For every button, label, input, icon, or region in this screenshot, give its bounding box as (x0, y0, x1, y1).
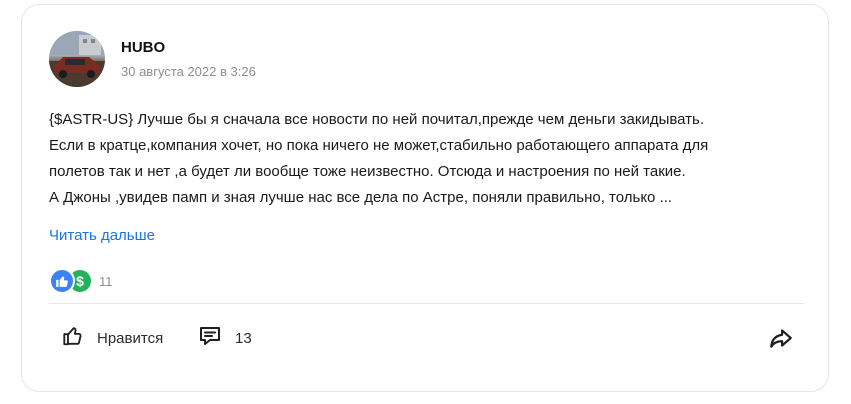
post-line: полетов так и нет ,а будет ли вообще тож… (49, 163, 686, 180)
thumbs-up-icon (62, 325, 84, 352)
author-name[interactable]: HUBO (121, 39, 165, 56)
comments-count: 13 (235, 329, 252, 347)
avatar[interactable] (49, 31, 105, 87)
like-label: Нравится (97, 329, 164, 347)
post-line: А Джоны ,увидев памп и зная лучше нас вс… (49, 189, 673, 206)
avatar-image (49, 31, 105, 87)
share-icon (768, 329, 794, 355)
reactions-count: 11 (99, 273, 113, 289)
post-body: {$ASTR-US} Лучше бы я сначала все новост… (49, 107, 809, 211)
post-card: HUBO 30 августа 2022 в 3:26 {$ASTR-US} Л… (21, 4, 829, 392)
divider (49, 303, 804, 304)
share-button[interactable] (768, 325, 794, 356)
post-actions: Нравится 13 (49, 321, 804, 355)
post-line: Если в кратце,компания хочет, но пока ни… (49, 137, 709, 154)
post-line: {$ASTR-US} Лучше бы я сначала все новост… (49, 111, 705, 128)
comments-button[interactable]: 13 (198, 321, 252, 355)
thumbs-up-icon (49, 268, 75, 294)
read-more-link[interactable]: Читать дальше (49, 227, 155, 244)
like-button[interactable]: Нравится (62, 321, 163, 355)
reactions-summary[interactable]: $ 11 (49, 268, 113, 294)
comment-icon (198, 324, 222, 353)
post-date: 30 августа 2022 в 3:26 (121, 64, 256, 79)
